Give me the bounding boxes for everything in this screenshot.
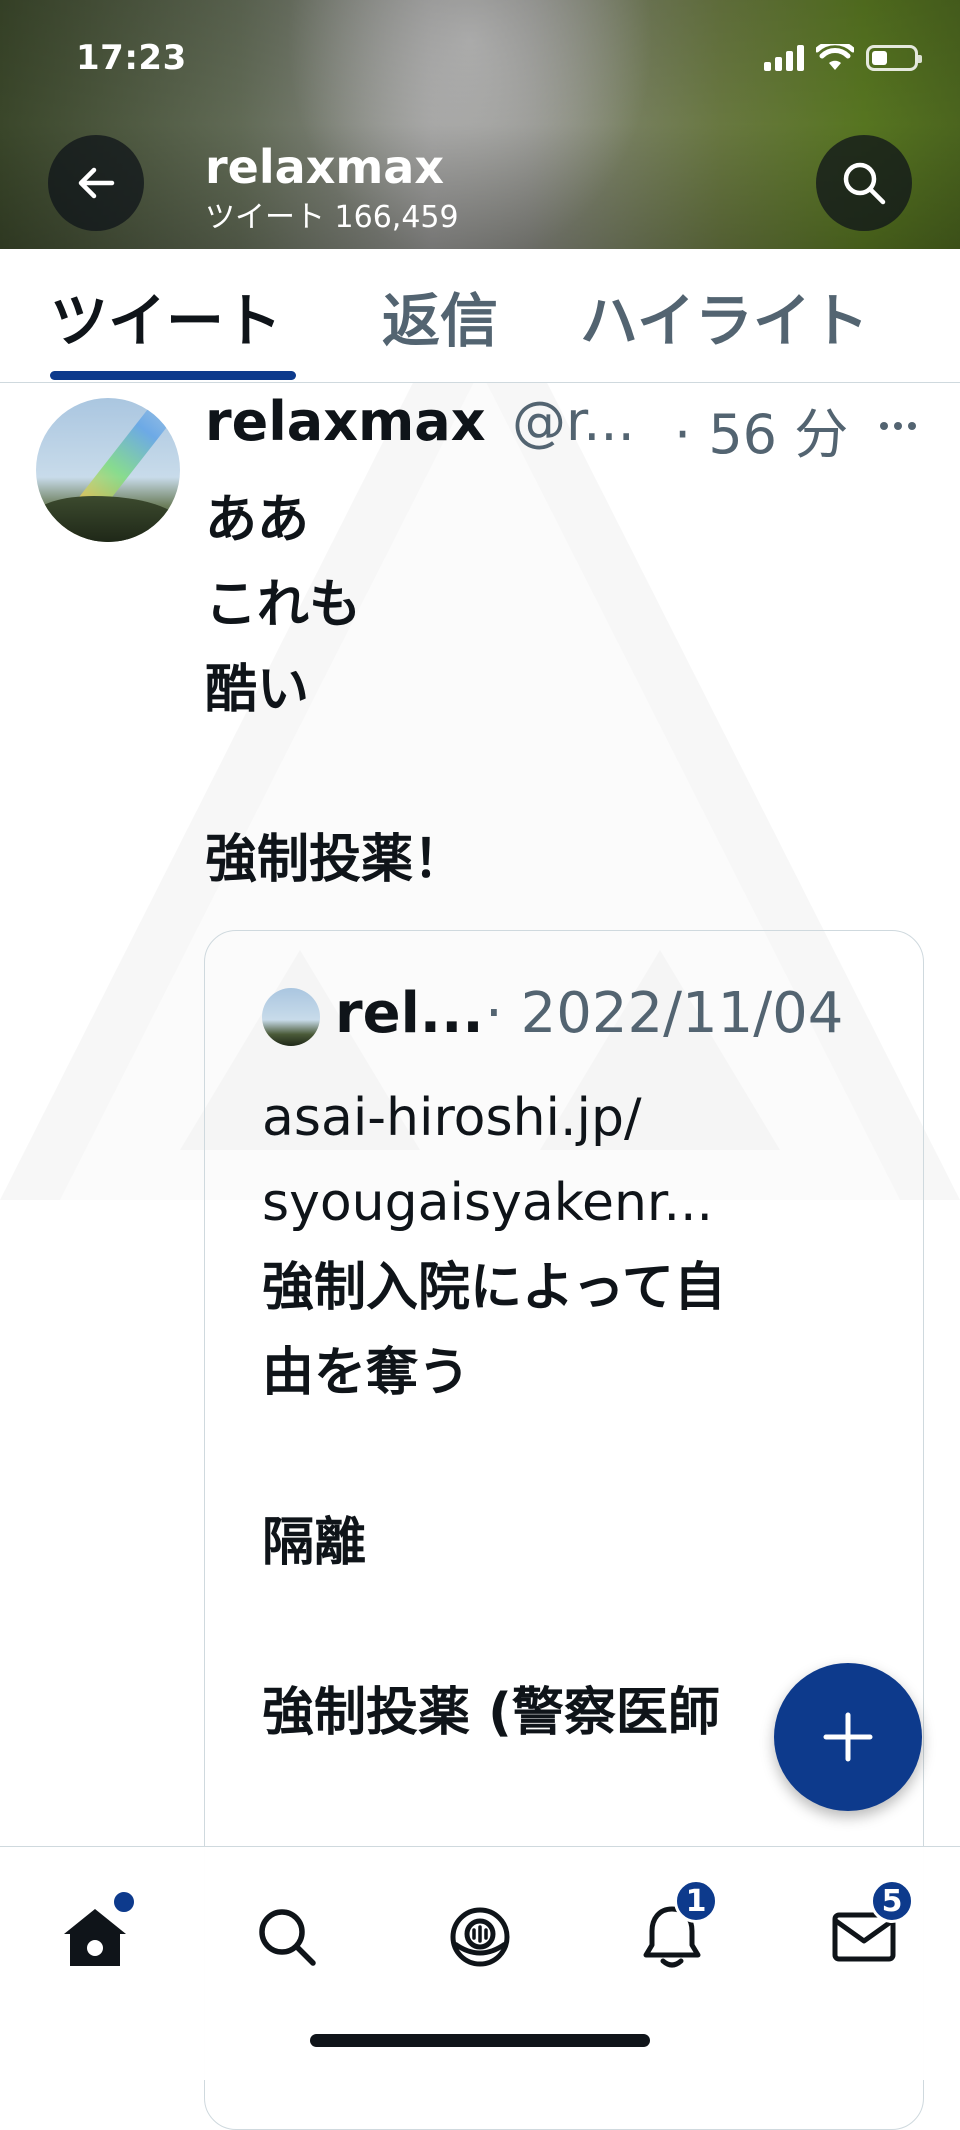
quoted-text-body: asai-hiroshi.jp/ syougaisyakenr... 強制入院によ… [262,1076,726,1756]
tab-tweets[interactable]: ツイート [50,249,282,382]
home-indicator [310,2034,650,2047]
nav-notifications[interactable]: 1 [632,1879,718,1977]
profile-tabs: ツイート 返信 ハイライト [0,249,960,383]
messages-badge: 5 [870,1879,914,1923]
signal-icon [764,45,804,71]
profile-header: 17:23 relaxmax ツイート 166,459 [0,0,960,249]
avatar[interactable] [36,398,180,542]
status-icons [764,44,922,72]
nav-search[interactable] [247,1897,327,1977]
compose-button[interactable] [774,1663,922,1811]
tweet-text: ああ これも 酷い 強制投薬！ [205,490,466,890]
nav-messages[interactable]: 5 [824,1879,914,1977]
quoted-avatar [262,988,320,1046]
quoted-text: 強制入院によって自 由を奪う 隔離 強制投薬 (警察医師 [262,1258,726,1743]
quoted-link[interactable]: asai-hiroshi.jp/ syougaisyakenr... [262,1076,726,1246]
profile-name: relaxmax [205,140,445,194]
spaces-icon [450,1907,510,1967]
tweet-author-name[interactable]: relaxmax [205,390,486,453]
wifi-icon [816,44,854,70]
quoted-date: · 2022/11/04 [485,981,844,1046]
tweet-author-handle[interactable]: @r... [512,390,635,453]
tweet-count: ツイート 166,459 [205,200,459,235]
notifications-badge: 1 [674,1879,718,1923]
back-button[interactable] [48,135,144,231]
arrow-left-icon [78,167,115,199]
active-tab-indicator [50,371,296,380]
more-dot-icon [880,422,888,430]
tab-replies[interactable]: 返信 [382,249,498,382]
status-time: 17:23 [76,38,187,78]
nav-home[interactable] [55,1889,137,1977]
tweet-timestamp[interactable]: · 56 分 [674,390,848,469]
more-button[interactable] [872,400,924,452]
home-unread-dot [111,1889,137,1915]
search-icon [259,1909,316,1966]
search-icon [843,162,886,205]
battery-icon [866,45,922,71]
nav-spaces[interactable] [440,1897,520,1977]
plus-icon [823,1712,873,1762]
search-button[interactable] [816,135,912,231]
tab-highlights[interactable]: ハイライト [580,249,869,382]
quoted-author-name: rel... [335,981,484,1046]
